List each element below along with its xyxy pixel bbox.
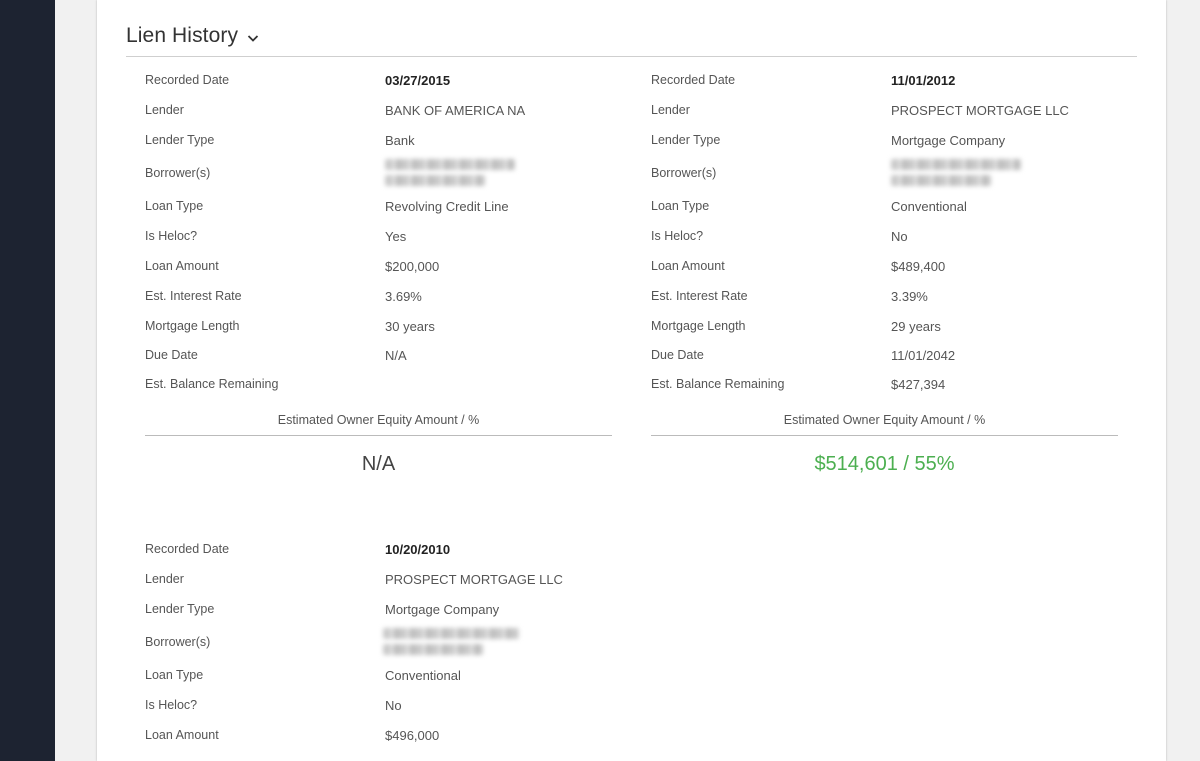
field-label: Due Date xyxy=(651,348,704,362)
field-value: Mortgage Company xyxy=(385,602,500,617)
field-label: Borrower(s) xyxy=(145,635,211,649)
field-value: 03/27/2015 xyxy=(385,73,451,88)
field-value: N/A xyxy=(385,348,407,363)
equity-value: $514,601 / 55% xyxy=(814,453,955,475)
field-label: Loan Type xyxy=(145,668,204,682)
field-value: $489,400 xyxy=(891,259,946,274)
equity-divider xyxy=(651,435,1118,436)
field-label: Loan Type xyxy=(651,199,710,213)
field-label: Lender xyxy=(651,103,690,117)
equity-value: N/A xyxy=(361,453,396,475)
field-value: No xyxy=(385,698,402,713)
field-value: 11/01/2042 xyxy=(891,348,956,363)
section-header[interactable]: Lien History xyxy=(126,22,1137,57)
field-value: $427,394 xyxy=(891,377,946,392)
field-label: Lender Type xyxy=(145,602,215,616)
field-value: PROSPECT MORTGAGE LLC xyxy=(385,572,563,587)
field-value: Bank xyxy=(385,133,415,148)
field-label: Recorded Date xyxy=(145,73,230,87)
field-label: Est. Interest Rate xyxy=(145,289,242,303)
field-label: Is Heloc? xyxy=(145,229,198,243)
field-label: Est. Balance Remaining xyxy=(145,377,279,391)
field-value: Conventional xyxy=(385,668,461,683)
field-value: 10/20/2010 xyxy=(385,542,451,557)
chevron-down-icon[interactable] xyxy=(245,30,261,46)
field-value: Yes xyxy=(385,229,407,244)
field-value: 3.39% xyxy=(891,289,928,304)
field-label: Loan Amount xyxy=(145,259,219,273)
field-value: No xyxy=(891,229,908,244)
field-label: Lender Type xyxy=(651,133,721,147)
field-label: Loan Type xyxy=(145,199,204,213)
field-value: 29 years xyxy=(891,319,941,334)
field-label: Est. Interest Rate xyxy=(651,289,748,303)
field-label: Recorded Date xyxy=(651,73,736,87)
field-value: BANK OF AMERICA NA xyxy=(385,103,526,118)
field-value: $496,000 xyxy=(385,728,440,743)
redacted-borrower-value xyxy=(383,626,519,660)
field-value: PROSPECT MORTGAGE LLC xyxy=(891,103,1069,118)
field-label: Is Heloc? xyxy=(651,229,704,243)
section-title: Lien History xyxy=(126,24,239,47)
field-label: Lender Type xyxy=(145,133,215,147)
field-label: Borrower(s) xyxy=(651,166,717,180)
equity-label: Estimated Owner Equity Amount / % xyxy=(783,413,986,427)
field-value: Revolving Credit Line xyxy=(385,199,509,214)
equity-divider xyxy=(145,435,612,436)
field-value: 30 years xyxy=(385,319,435,334)
field-label: Is Heloc? xyxy=(145,698,198,712)
field-label: Borrower(s) xyxy=(145,166,211,180)
field-label: Lender xyxy=(145,103,184,117)
field-label: Loan Amount xyxy=(145,728,219,742)
field-label: Lender xyxy=(145,572,184,586)
equity-label: Estimated Owner Equity Amount / % xyxy=(277,413,480,427)
redacted-borrower-value xyxy=(891,157,1026,191)
lien-history-card: Lien History Recorded Date 03/27/2015 Len… xyxy=(97,0,1166,761)
field-label: Mortgage Length xyxy=(145,319,240,333)
field-value: Conventional xyxy=(891,199,967,214)
field-value: 11/01/2012 xyxy=(891,73,956,88)
field-value: $200,000 xyxy=(385,259,440,274)
field-label: Est. Balance Remaining xyxy=(651,377,785,391)
redacted-borrower-value xyxy=(385,157,520,191)
field-label: Due Date xyxy=(145,348,198,362)
field-label: Recorded Date xyxy=(145,542,230,556)
field-value: 3.69% xyxy=(385,289,422,304)
left-sidebar xyxy=(0,0,55,761)
field-value: Mortgage Company xyxy=(891,133,1006,148)
field-label: Loan Amount xyxy=(651,259,725,273)
field-label: Mortgage Length xyxy=(651,319,746,333)
